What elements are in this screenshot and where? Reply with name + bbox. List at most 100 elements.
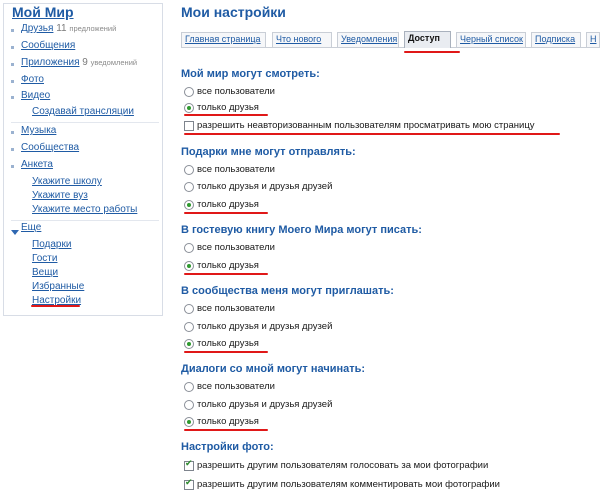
sidebar-item-label[interactable]: Укажите место работы: [32, 204, 137, 215]
sidebar-item-label[interactable]: Фото: [21, 74, 44, 85]
section-heading-communities: В сообщества меня могут приглашать:: [181, 285, 394, 297]
checkbox-unauthorized-view[interactable]: разрешить неавторизованным пользователям…: [184, 119, 535, 132]
sidebar-item-workplace[interactable]: Укажите место работы: [32, 204, 137, 215]
sidebar-item-label[interactable]: Укажите вуз: [32, 190, 88, 201]
radio-button[interactable]: [184, 242, 194, 253]
option-label: только друзья и друзья друзей: [197, 181, 333, 192]
radio-gifts-friends[interactable]: только друзья: [184, 198, 259, 211]
radio-button-selected[interactable]: [184, 338, 194, 349]
option-label: разрешить другим пользователям комментир…: [197, 479, 500, 490]
radio-communities-friends-of-friends[interactable]: только друзья и друзья друзей: [184, 320, 332, 333]
radio-button[interactable]: [184, 86, 194, 97]
option-label: только друзья и друзья друзей: [197, 321, 333, 332]
bullet-icon: [11, 63, 14, 66]
sidebar-item-gifts[interactable]: Подарки: [32, 239, 71, 250]
tab-blacklist[interactable]: Черный список: [456, 32, 526, 47]
section-heading-guestbook: В гостевую книгу Моего Мира могут писать…: [181, 224, 422, 236]
radio-gifts-all[interactable]: все пользователи: [184, 163, 275, 176]
sidebar-item-label[interactable]: Вещи: [32, 267, 58, 278]
tab-more[interactable]: Н: [586, 32, 600, 47]
sidebar-item-label[interactable]: Создавай трансляции: [32, 106, 134, 117]
checkbox-checked[interactable]: [184, 459, 194, 471]
radio-guestbook-all[interactable]: все пользователи: [184, 241, 275, 254]
sidebar-item-university[interactable]: Укажите вуз: [32, 190, 88, 201]
sidebar-item-create-broadcast[interactable]: Создавай трансляции: [32, 106, 134, 117]
tab-whats-new[interactable]: Что нового: [272, 32, 332, 47]
sidebar-item-messages[interactable]: Сообщения: [21, 40, 75, 51]
tab-notifications[interactable]: Уведомления: [337, 32, 399, 47]
sidebar-item-apps[interactable]: Приложения 9 уведомлений: [21, 57, 137, 68]
sidebar-item-label[interactable]: Видео: [21, 90, 50, 101]
tab-access[interactable]: Доступ: [404, 31, 451, 48]
radio-button[interactable]: [184, 164, 194, 175]
highlight-underline: [184, 273, 268, 275]
sidebar-item-school[interactable]: Укажите школу: [32, 176, 102, 187]
bullet-icon: [11, 46, 14, 49]
radio-button[interactable]: [184, 321, 194, 332]
sidebar-item-label[interactable]: Подарки: [32, 239, 71, 250]
sidebar-item-guests[interactable]: Гости: [32, 253, 57, 264]
tab-subscription[interactable]: Подписка: [531, 32, 581, 47]
sidebar-item-communities[interactable]: Сообщества: [21, 142, 79, 153]
sidebar-item-video[interactable]: Видео: [21, 90, 50, 101]
sidebar-item-music[interactable]: Музыка: [21, 125, 56, 136]
sidebar-item-label[interactable]: Друзья: [21, 23, 53, 34]
sidebar-item-label[interactable]: Гости: [32, 253, 57, 264]
section-heading-gifts: Подарки мне могут отправлять:: [181, 146, 356, 158]
sidebar-item-label[interactable]: Музыка: [21, 125, 56, 136]
sidebar-item-label[interactable]: Сообщества: [21, 142, 79, 153]
radio-button-selected[interactable]: [184, 199, 194, 210]
bullet-icon: [11, 80, 14, 83]
bullet-icon: [11, 29, 14, 32]
radio-button-selected[interactable]: [184, 260, 194, 271]
highlight-underline: [184, 212, 268, 214]
expand-arrow-icon[interactable]: [11, 230, 19, 235]
bullet-icon: [11, 165, 14, 168]
radio-communities-friends[interactable]: только друзья: [184, 337, 259, 350]
tab-home[interactable]: Главная страница: [181, 32, 266, 47]
checkbox-photo-comment[interactable]: разрешить другим пользователям комментир…: [184, 478, 500, 491]
radio-button[interactable]: [184, 399, 194, 410]
radio-dialogs-friends[interactable]: только друзья: [184, 415, 259, 428]
option-label: только друзья: [197, 102, 259, 113]
page-title: Мои настройки: [181, 4, 286, 20]
checkbox[interactable]: [184, 120, 194, 131]
radio-button[interactable]: [184, 181, 194, 192]
radio-button[interactable]: [184, 303, 194, 314]
sidebar-item-questionnaire[interactable]: Анкета: [21, 159, 53, 170]
option-label: только друзья: [197, 260, 259, 271]
option-label: все пользователи: [197, 242, 275, 253]
sidebar-item-label[interactable]: Анкета: [21, 159, 53, 170]
checkbox-photo-vote[interactable]: разрешить другим пользователям голосоват…: [184, 459, 488, 472]
sidebar-item-label[interactable]: Приложения: [21, 57, 80, 68]
sidebar-title[interactable]: Мой Мир: [12, 4, 74, 20]
bullet-icon: [11, 96, 14, 99]
sidebar: Мой Мир Друзья 11 предложений Сообщения …: [3, 3, 163, 316]
sidebar-item-label[interactable]: Сообщения: [21, 40, 75, 51]
radio-guestbook-friends[interactable]: только друзья: [184, 259, 259, 272]
radio-button-selected[interactable]: [184, 416, 194, 427]
sidebar-item-photo[interactable]: Фото: [21, 74, 44, 85]
sidebar-divider: [11, 220, 159, 221]
radio-dialogs-friends-of-friends[interactable]: только друзья и друзья друзей: [184, 398, 332, 411]
sidebar-item-more[interactable]: Еще: [21, 222, 41, 233]
sidebar-item-label[interactable]: Избранные: [32, 281, 84, 292]
sidebar-item-friends[interactable]: Друзья 11 предложений: [21, 23, 116, 34]
checkbox-checked[interactable]: [184, 478, 194, 490]
radio-button[interactable]: [184, 381, 194, 392]
radio-dialogs-all[interactable]: все пользователи: [184, 380, 275, 393]
radio-communities-all[interactable]: все пользователи: [184, 302, 275, 315]
sidebar-item-label[interactable]: Еще: [21, 222, 41, 233]
radio-view-all[interactable]: все пользователи: [184, 85, 275, 98]
radio-button-selected[interactable]: [184, 102, 194, 113]
radio-gifts-friends-of-friends[interactable]: только друзья и друзья друзей: [184, 180, 332, 193]
sidebar-item-label[interactable]: Укажите школу: [32, 176, 102, 187]
section-heading-dialogs: Диалоги со мной могут начинать:: [181, 363, 366, 375]
sidebar-item-things[interactable]: Вещи: [32, 267, 58, 278]
sidebar-item-favorites[interactable]: Избранные: [32, 281, 84, 292]
option-label: только друзья: [197, 199, 259, 210]
option-label: все пользователи: [197, 164, 275, 175]
highlight-underline: [184, 429, 268, 431]
radio-view-friends[interactable]: только друзья: [184, 101, 259, 114]
friends-count: 11 предложений: [56, 23, 117, 34]
